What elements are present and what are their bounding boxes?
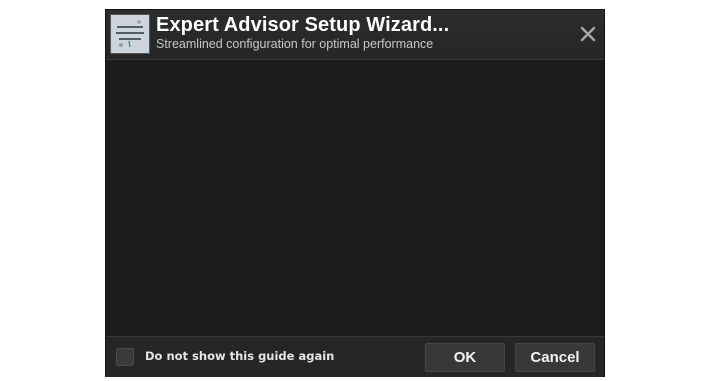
ea-logo-icon bbox=[110, 14, 150, 54]
ok-button[interactable]: OK bbox=[425, 343, 505, 372]
cancel-button[interactable]: Cancel bbox=[515, 343, 595, 372]
dialog-title: Expert Advisor Setup Wizard... bbox=[156, 14, 450, 36]
do-not-show-label: Do not show this guide again bbox=[145, 349, 335, 363]
do-not-show-checkbox[interactable] bbox=[116, 348, 134, 366]
setup-wizard-dialog: Expert Advisor Setup Wizard... Streamlin… bbox=[105, 9, 605, 377]
close-icon[interactable] bbox=[578, 24, 598, 44]
dialog-footer: Do not show this guide again OK Cancel bbox=[106, 336, 604, 377]
dialog-header: Expert Advisor Setup Wizard... Streamlin… bbox=[106, 10, 604, 60]
dialog-content-area bbox=[106, 60, 604, 336]
dialog-subtitle: Streamlined configuration for optimal pe… bbox=[156, 37, 434, 51]
